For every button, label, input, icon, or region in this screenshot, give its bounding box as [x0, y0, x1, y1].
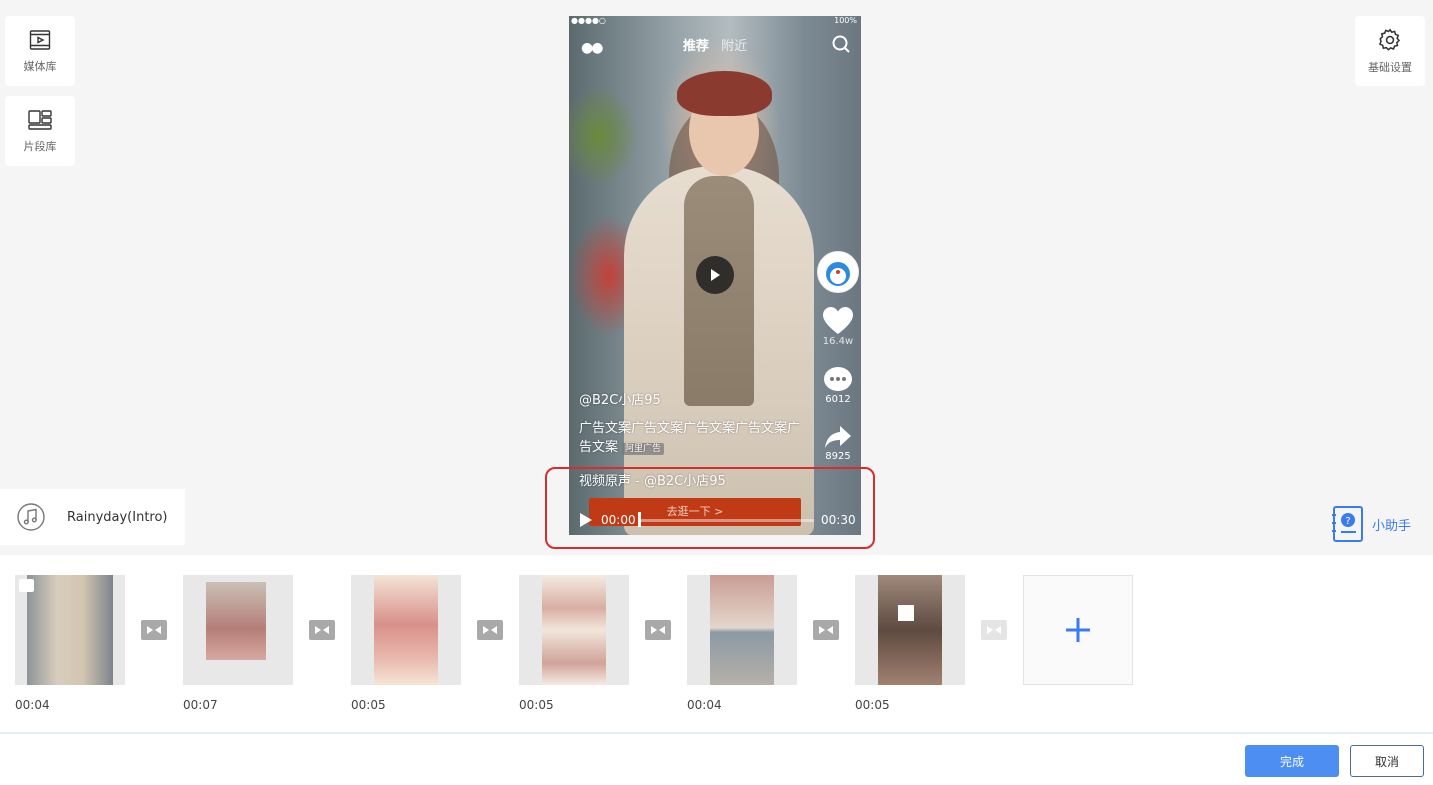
transition-button[interactable]: [477, 620, 503, 640]
ad-tag-badge: 阿里广告: [622, 443, 665, 455]
music-note-icon: [17, 503, 45, 531]
signal-indicator: ●●●●○: [571, 16, 606, 25]
add-clip-button[interactable]: [1023, 575, 1133, 685]
ad-copy-text: 广告文案广告文案广告文案广告文案广告文案 阿里广告: [579, 419, 809, 459]
phone-status-bar: ●●●●○ 100%: [569, 16, 861, 26]
tab-recommended[interactable]: 推荐: [683, 39, 709, 54]
clip-duration: 00:07: [183, 698, 218, 712]
comment-stat[interactable]: 6012: [813, 366, 861, 405]
gear-icon: [1378, 28, 1401, 51]
transition-button[interactable]: [309, 620, 335, 640]
feed-tabs: 推荐 附近: [569, 35, 861, 54]
likes-count: 16.4w: [822, 336, 854, 347]
transition-button[interactable]: [645, 620, 671, 640]
play-icon[interactable]: [579, 513, 593, 527]
comment-icon: [824, 367, 852, 391]
cancel-button[interactable]: 取消: [1350, 745, 1424, 777]
ad-music-text: 视频原声 - @B2C小店95: [579, 474, 726, 489]
current-time: 00:00: [601, 513, 636, 527]
layout-icon: [28, 110, 52, 130]
media-library-label: 媒体库: [23, 60, 57, 73]
transition-icon: [819, 626, 833, 634]
clip-thumbnail[interactable]: [687, 575, 797, 685]
music-track-name: Rainyday(Intro): [67, 509, 168, 525]
confirm-button[interactable]: 完成: [1245, 745, 1339, 777]
clip-thumbnail[interactable]: [183, 575, 293, 685]
film-icon: [29, 30, 51, 50]
total-time: 00:30: [821, 513, 856, 527]
heart-icon: [823, 307, 853, 334]
share-stat[interactable]: 8925: [813, 423, 861, 462]
clip-library-label: 片段库: [23, 140, 57, 153]
image-type-icon: [19, 579, 34, 592]
transition-icon: [987, 626, 1001, 634]
comments-count: 6012: [825, 394, 851, 405]
preview-image-hat: [677, 71, 772, 116]
clip-duration: 00:04: [687, 698, 722, 712]
transition-icon: [147, 626, 161, 634]
transition-button: [981, 620, 1007, 640]
clip-duration: 00:05: [351, 698, 386, 712]
svg-text:?: ?: [1345, 516, 1350, 527]
share-icon: [825, 426, 851, 448]
media-library-button[interactable]: 媒体库: [5, 16, 75, 86]
music-track-bar[interactable]: Rainyday(Intro): [0, 489, 185, 545]
tab-nearby[interactable]: 附近: [721, 39, 747, 54]
transition-icon: [651, 626, 665, 634]
clip-thumbnail[interactable]: [351, 575, 461, 685]
basic-settings-label: 基础设置: [1368, 61, 1412, 74]
transition-button[interactable]: [813, 620, 839, 640]
play-overlay-button[interactable]: [696, 256, 734, 294]
clip-timeline: 00:04 00:07 00:05 00:05 00:04 00:05: [0, 555, 1433, 732]
cartoon-avatar-icon: [826, 262, 850, 286]
progress-handle[interactable]: [638, 512, 641, 527]
clip-thumbnail[interactable]: [855, 575, 965, 685]
plus-icon: [1066, 618, 1090, 642]
clip-duration: 00:05: [519, 698, 554, 712]
transition-icon: [315, 626, 329, 634]
help-book-icon: ?: [1332, 506, 1363, 542]
clip-thumbnail[interactable]: [519, 575, 629, 685]
play-icon: [711, 269, 720, 281]
footer-bar: 完成 取消: [0, 732, 1433, 785]
search-icon: [832, 35, 850, 53]
progress-track[interactable]: [639, 519, 814, 522]
basic-settings-button[interactable]: 基础设置: [1355, 16, 1425, 86]
clip-duration: 00:05: [855, 698, 890, 712]
avatar: [817, 251, 859, 293]
assistant-button[interactable]: ? 小助手: [1330, 505, 1411, 543]
transition-button[interactable]: [141, 620, 167, 640]
like-stat[interactable]: 16.4w: [813, 306, 861, 347]
ad-username: @B2C小店95: [579, 393, 661, 408]
battery-indicator: 100%: [834, 16, 857, 25]
shares-count: 8925: [825, 451, 851, 462]
playback-controls: 00:00 00:30: [569, 508, 861, 530]
transition-icon: [483, 626, 497, 634]
clip-duration: 00:04: [15, 698, 50, 712]
assistant-label: 小助手: [1372, 518, 1412, 534]
clip-thumbnail[interactable]: [15, 575, 125, 685]
clip-library-button[interactable]: 片段库: [5, 96, 75, 166]
video-preview[interactable]: ●●●●○ 100% ●● 推荐 附近 16.4w 6012 8925 @B2C…: [569, 16, 861, 535]
ad-copy: 广告文案广告文案广告文案广告文案广告文案: [579, 421, 801, 455]
